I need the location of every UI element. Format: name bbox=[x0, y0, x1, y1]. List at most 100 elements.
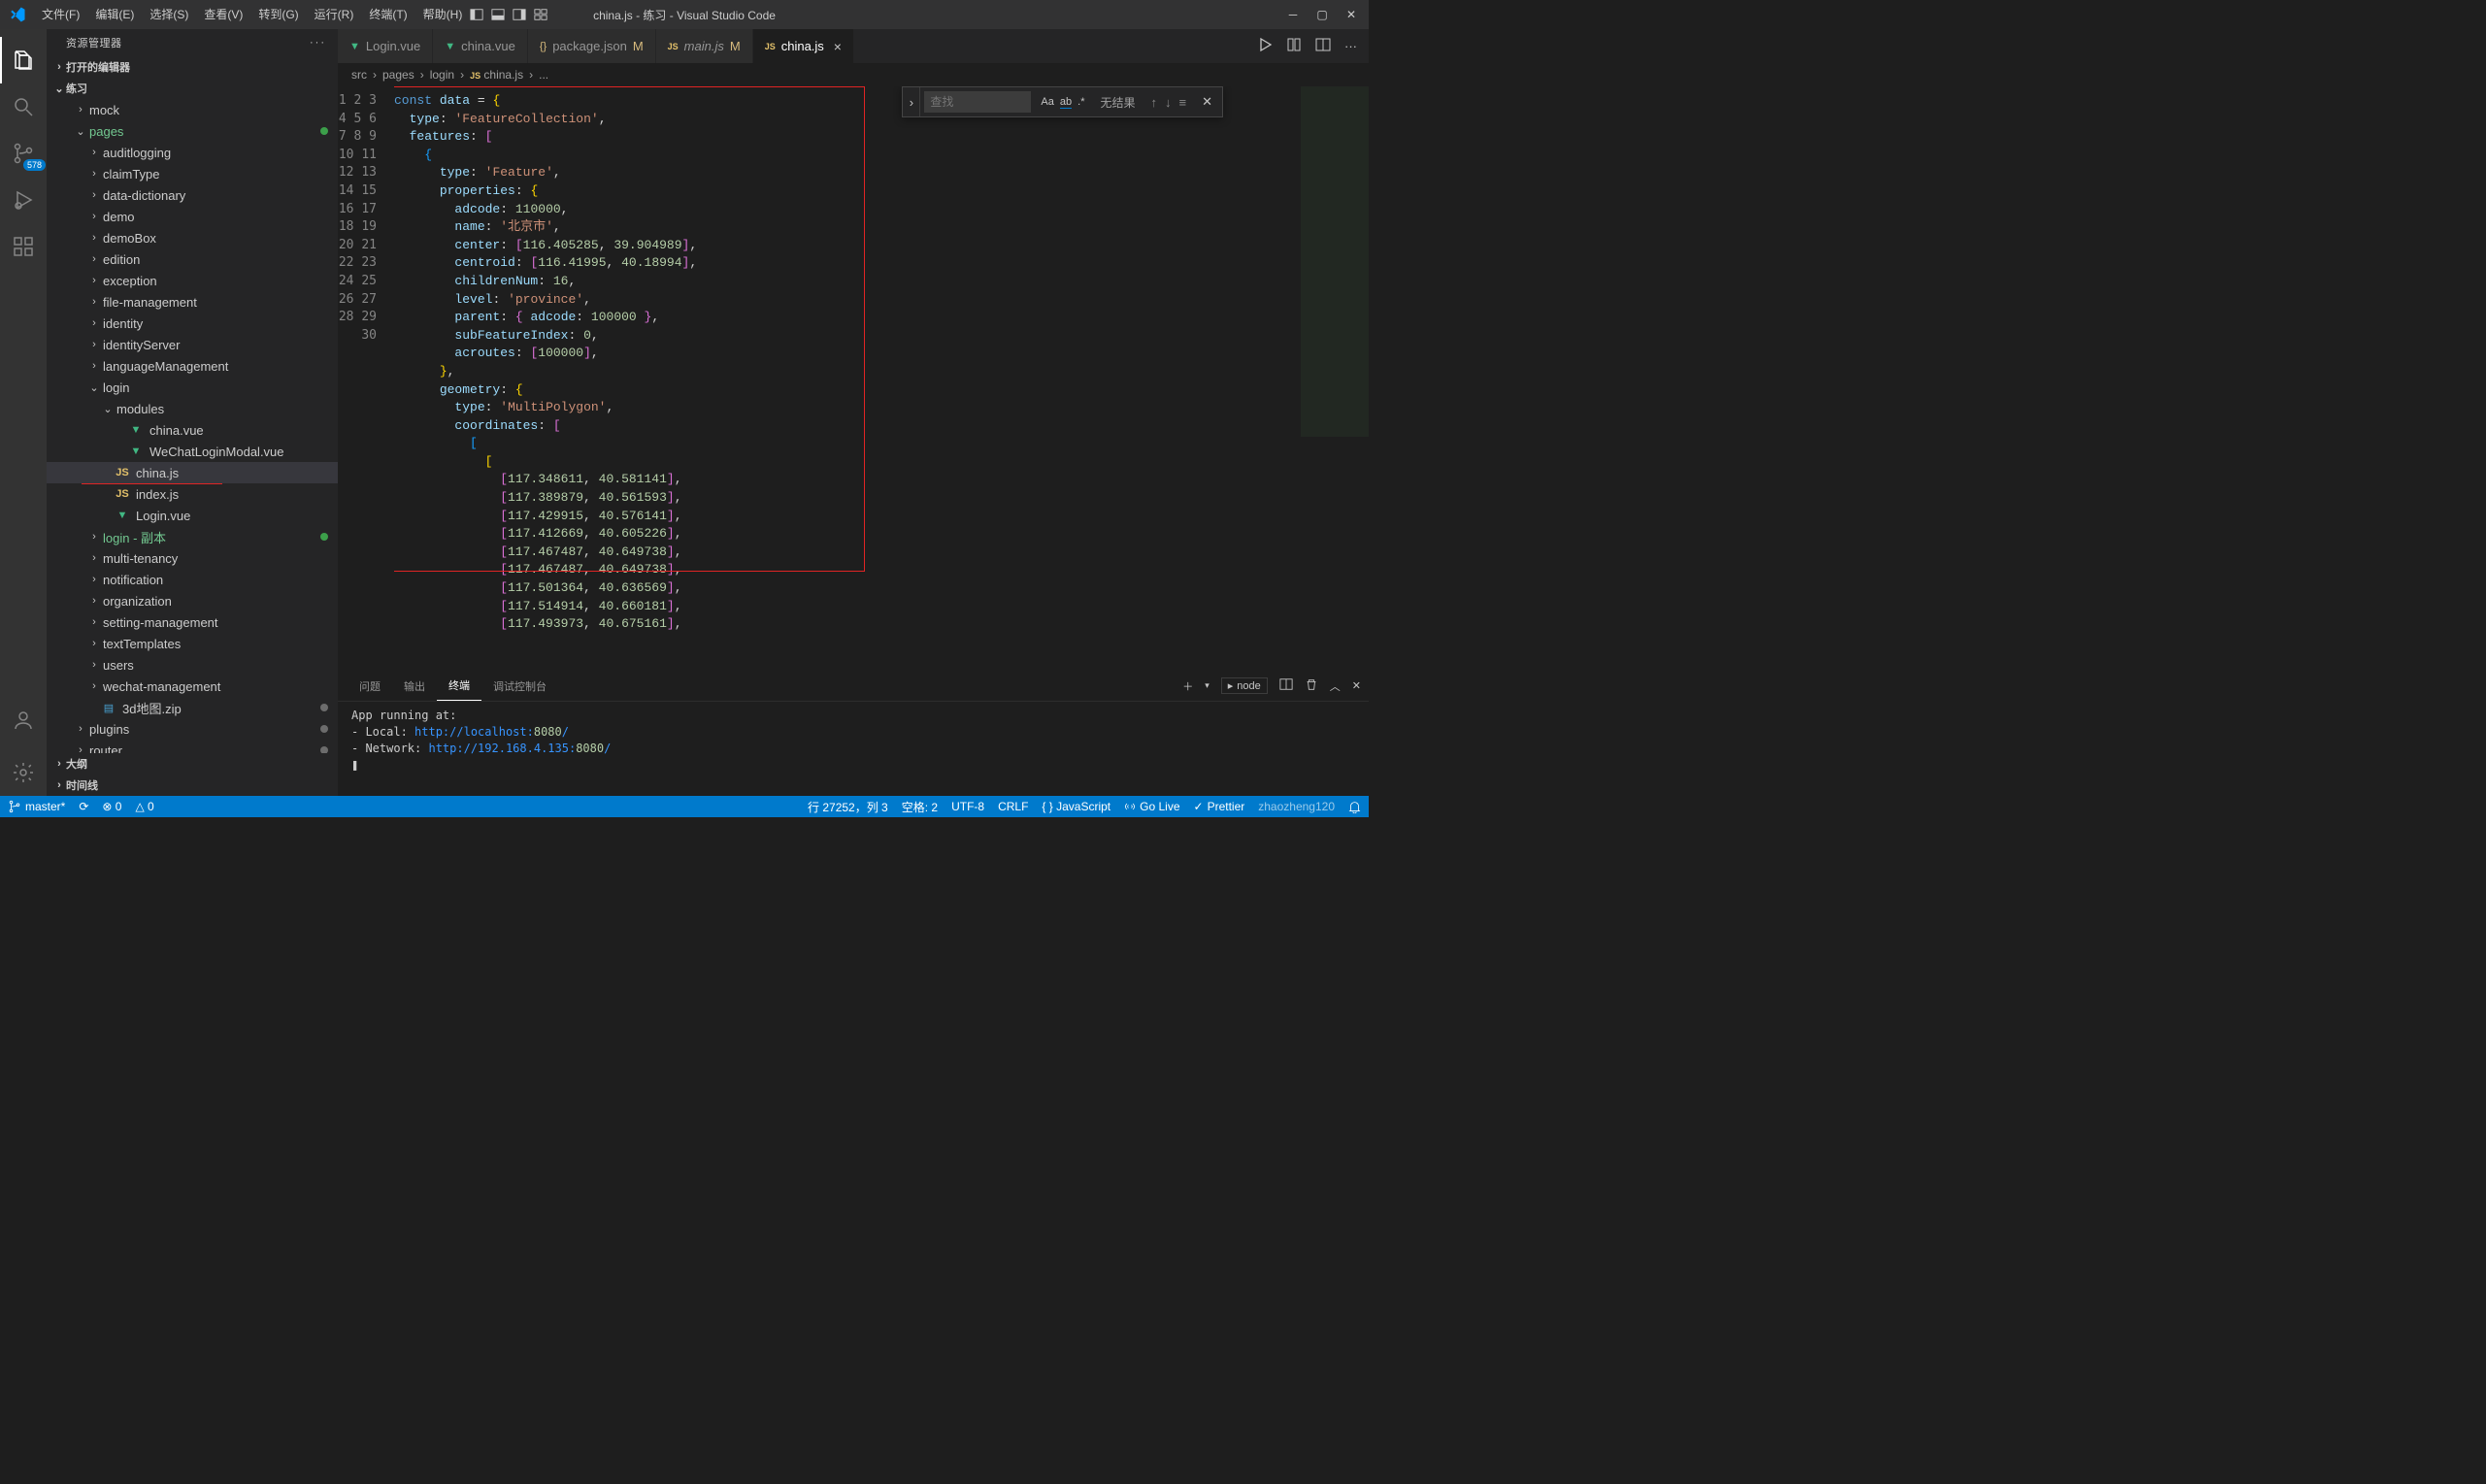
editor-tab[interactable]: JSmain.jsM bbox=[656, 29, 753, 63]
layout-grid-icon[interactable] bbox=[534, 8, 547, 21]
tree-item[interactable]: ›data-dictionary bbox=[47, 184, 338, 206]
tree-item[interactable]: ›plugins bbox=[47, 718, 338, 740]
tree-item[interactable]: ›multi-tenancy bbox=[47, 547, 338, 569]
indentation[interactable]: 空格: 2 bbox=[902, 799, 938, 815]
panel-right-icon[interactable] bbox=[513, 8, 526, 21]
breadcrumbs[interactable]: src›pages›login›JS china.js›... bbox=[338, 63, 1369, 86]
encoding[interactable]: UTF-8 bbox=[951, 800, 984, 813]
tree-item[interactable]: ›wechat-management bbox=[47, 676, 338, 697]
split-icon[interactable] bbox=[1315, 37, 1331, 55]
close-button[interactable]: ✕ bbox=[1342, 8, 1361, 21]
split-terminal-icon[interactable] bbox=[1279, 677, 1293, 694]
cursor-position[interactable]: 行 27252，列 3 bbox=[808, 799, 888, 815]
menu-item[interactable]: 编辑(E) bbox=[87, 0, 142, 29]
tree-item[interactable]: ›demoBox bbox=[47, 227, 338, 248]
editor-tab[interactable]: {}package.jsonM bbox=[528, 29, 656, 63]
settings-gear-icon[interactable] bbox=[0, 749, 47, 796]
menu-item[interactable]: 文件(F) bbox=[34, 0, 87, 29]
menu-item[interactable]: 终端(T) bbox=[361, 0, 414, 29]
extensions-tab[interactable] bbox=[0, 223, 47, 270]
git-branch[interactable]: master* bbox=[8, 800, 65, 813]
tree-item[interactable]: ›router bbox=[47, 740, 338, 753]
find-prev-icon[interactable]: ↑ bbox=[1151, 95, 1158, 110]
timeline-section[interactable]: ›时间线 bbox=[47, 775, 338, 796]
tree-item[interactable]: ⌄modules bbox=[47, 398, 338, 419]
breadcrumb-item[interactable]: src bbox=[351, 68, 367, 82]
tree-item[interactable]: ▼china.vue bbox=[47, 419, 338, 441]
tree-item[interactable]: ›notification bbox=[47, 569, 338, 590]
notifications-icon[interactable] bbox=[1348, 801, 1361, 813]
tree-item[interactable]: ›identityServer bbox=[47, 334, 338, 355]
menu-item[interactable]: 选择(S) bbox=[142, 0, 196, 29]
tree-item[interactable]: ⌄login bbox=[47, 377, 338, 398]
sidebar-more-icon[interactable]: ··· bbox=[310, 37, 326, 49]
breadcrumb-item[interactable]: pages bbox=[382, 68, 414, 82]
panel-close-icon[interactable]: ✕ bbox=[1352, 679, 1361, 692]
tab-close-icon[interactable]: × bbox=[834, 39, 842, 54]
breadcrumb-item[interactable]: JS china.js bbox=[470, 68, 523, 82]
menu-item[interactable]: 转到(G) bbox=[250, 0, 306, 29]
match-case-icon[interactable]: Aa bbox=[1041, 96, 1053, 108]
accounts-icon[interactable] bbox=[0, 697, 47, 743]
errors[interactable]: ⊗ 0 bbox=[102, 800, 121, 813]
tree-item[interactable]: ›exception bbox=[47, 270, 338, 291]
panel-left-icon[interactable] bbox=[470, 8, 483, 21]
outline-section[interactable]: ›大纲 bbox=[47, 753, 338, 775]
tree-item[interactable]: ›login - 副本 bbox=[47, 526, 338, 547]
tree-item[interactable]: ›claimType bbox=[47, 163, 338, 184]
run-debug-tab[interactable] bbox=[0, 177, 47, 223]
run-icon[interactable] bbox=[1257, 37, 1273, 55]
tree-item[interactable]: ›auditlogging bbox=[47, 142, 338, 163]
editor-body[interactable]: 1 2 3 4 5 6 7 8 9 10 11 12 13 14 15 16 1… bbox=[338, 86, 1369, 670]
tree-item[interactable]: ▼WeChatLoginModal.vue bbox=[47, 441, 338, 462]
tree-item[interactable]: ›textTemplates bbox=[47, 633, 338, 654]
go-live[interactable]: Go Live bbox=[1124, 800, 1179, 813]
tree-item[interactable]: ›organization bbox=[47, 590, 338, 611]
tree-item[interactable]: ›languageManagement bbox=[47, 355, 338, 377]
explorer-tab[interactable] bbox=[0, 37, 47, 83]
editor-tab[interactable]: JSchina.js× bbox=[753, 29, 854, 63]
terminal-profile[interactable]: ▸ node bbox=[1221, 677, 1268, 694]
panel-tab[interactable]: 问题 bbox=[348, 671, 392, 701]
menu-item[interactable]: 帮助(H) bbox=[415, 0, 471, 29]
breadcrumb-item[interactable]: ... bbox=[539, 68, 548, 82]
diff-icon[interactable] bbox=[1286, 37, 1302, 55]
search-tab[interactable] bbox=[0, 83, 47, 130]
tree-item[interactable]: ›demo bbox=[47, 206, 338, 227]
warnings[interactable]: △ 0 bbox=[135, 800, 153, 813]
terminal-output[interactable]: App running at:- Local: http://localhost… bbox=[338, 702, 1369, 796]
find-toggle-icon[interactable]: › bbox=[903, 87, 920, 116]
kill-terminal-icon[interactable] bbox=[1305, 677, 1318, 694]
tree-item[interactable]: ›setting-management bbox=[47, 611, 338, 633]
panel-tab[interactable]: 调试控制台 bbox=[481, 671, 558, 701]
find-selection-icon[interactable]: ≡ bbox=[1179, 95, 1187, 110]
find-close-icon[interactable]: ✕ bbox=[1192, 94, 1222, 110]
sync-icon[interactable]: ⟳ bbox=[79, 800, 88, 813]
code-area[interactable]: const data = { type: 'FeatureCollection'… bbox=[394, 86, 1301, 670]
tree-item[interactable]: ›users bbox=[47, 654, 338, 676]
find-input[interactable] bbox=[924, 91, 1031, 113]
tree-item[interactable]: ›edition bbox=[47, 248, 338, 270]
eol[interactable]: CRLF bbox=[998, 800, 1028, 813]
menu-item[interactable]: 运行(R) bbox=[307, 0, 362, 29]
language-mode[interactable]: { } JavaScript bbox=[1042, 800, 1110, 813]
panel-bottom-icon[interactable] bbox=[491, 8, 505, 21]
tree-item[interactable]: JSchina.js bbox=[47, 462, 338, 483]
new-terminal-icon[interactable]: ＋ bbox=[1182, 678, 1193, 694]
project-section[interactable]: ⌄练习 bbox=[47, 78, 338, 99]
more-icon[interactable]: ··· bbox=[1344, 39, 1357, 53]
tree-item[interactable]: ▤3d地图.zip bbox=[47, 697, 338, 718]
minimize-button[interactable]: ─ bbox=[1283, 8, 1303, 21]
editor-tab[interactable]: ▼china.vue bbox=[433, 29, 528, 63]
editor-tab[interactable]: ▼Login.vue bbox=[338, 29, 433, 63]
minimap[interactable] bbox=[1301, 86, 1369, 670]
regex-icon[interactable]: .* bbox=[1077, 96, 1084, 108]
whole-word-icon[interactable]: ab bbox=[1060, 96, 1072, 109]
panel-maximize-icon[interactable]: ︿ bbox=[1330, 678, 1341, 694]
breadcrumb-item[interactable]: login bbox=[430, 68, 454, 82]
tree-item[interactable]: ⌄pages bbox=[47, 120, 338, 142]
tree-item[interactable]: ›mock bbox=[47, 99, 338, 120]
prettier[interactable]: ✓ Prettier bbox=[1194, 800, 1245, 813]
menu-item[interactable]: 查看(V) bbox=[196, 0, 250, 29]
panel-tab[interactable]: 终端 bbox=[437, 671, 481, 701]
